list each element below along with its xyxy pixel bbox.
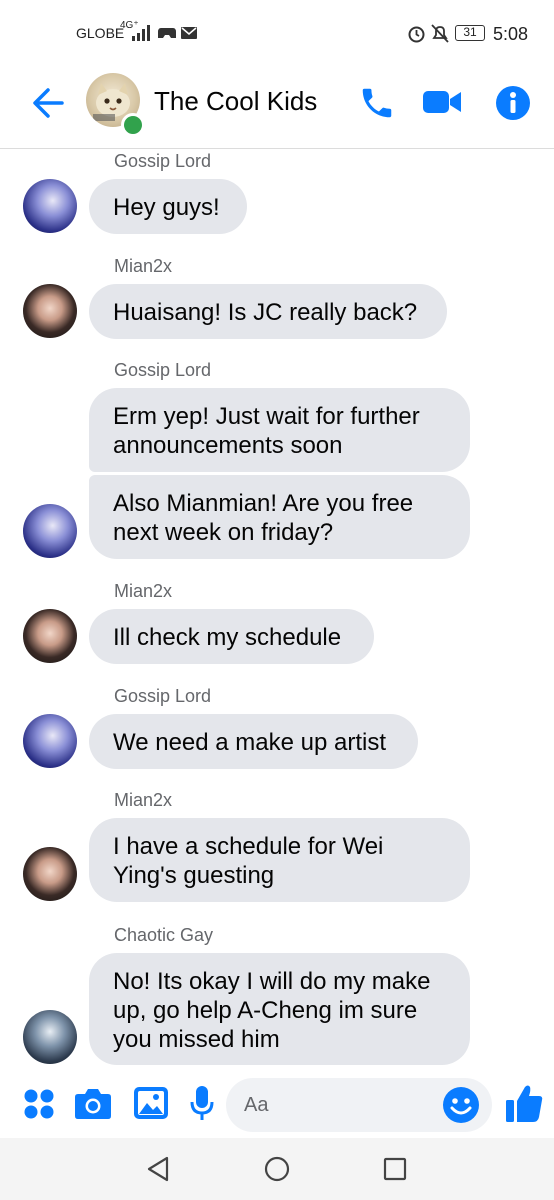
chat-title[interactable]: The Cool Kids xyxy=(154,86,317,117)
emoji-icon[interactable] xyxy=(442,1086,480,1124)
sender-name: Gossip Lord xyxy=(114,686,212,706)
message-input-placeholder: Aa xyxy=(244,1094,269,1116)
thumbs-up-icon[interactable] xyxy=(505,1083,543,1123)
message-composer: Aa xyxy=(0,1074,554,1138)
video-camera-icon[interactable] xyxy=(421,87,463,117)
battery-level: 31 xyxy=(463,25,477,39)
nav-home-icon[interactable] xyxy=(264,1156,290,1182)
gallery-icon[interactable] xyxy=(133,1086,169,1120)
avatar[interactable] xyxy=(23,609,77,663)
message-bubble[interactable]: No! Its okay I will do my make up, go he… xyxy=(89,953,470,1065)
avatar[interactable] xyxy=(23,504,77,558)
message-bubble[interactable]: Ill check my schedule xyxy=(89,609,374,664)
microphone-icon[interactable] xyxy=(189,1085,215,1123)
sender-name: Gossip Lord xyxy=(114,360,212,380)
sender-name: Mian2x xyxy=(114,581,173,601)
mail-icon xyxy=(181,27,197,39)
nav-recents-icon[interactable] xyxy=(383,1157,407,1181)
message-bubble[interactable]: I have a schedule for Wei Ying's guestin… xyxy=(89,818,470,902)
game-controller-icon xyxy=(158,28,176,38)
carrier-label: GLOBE xyxy=(76,25,125,41)
avatar[interactable] xyxy=(23,714,77,768)
battery-icon: 31 xyxy=(455,25,485,41)
sender-name: Chaotic Gay xyxy=(114,925,214,945)
mute-bell-icon xyxy=(431,24,449,43)
online-status-dot xyxy=(121,113,145,137)
chat-header: The Cool Kids xyxy=(0,66,554,149)
apps-icon[interactable] xyxy=(22,1087,56,1121)
message-bubble[interactable]: Hey guys! xyxy=(89,179,247,234)
phone-icon[interactable] xyxy=(358,84,396,122)
back-arrow-icon[interactable] xyxy=(30,85,66,121)
status-bar: GLOBE 4G⁺ 31 5:08 xyxy=(0,0,554,66)
sender-name: Mian2x xyxy=(114,256,173,276)
sender-name: Gossip Lord xyxy=(114,151,212,171)
avatar[interactable] xyxy=(23,179,77,233)
message-bubble[interactable]: Erm yep! Just wait for further announcem… xyxy=(89,388,470,472)
nav-back-icon[interactable] xyxy=(146,1156,170,1182)
avatar[interactable] xyxy=(23,1010,77,1064)
clock: 5:08 xyxy=(492,24,528,44)
alarm-icon xyxy=(408,26,425,43)
avatar[interactable] xyxy=(23,284,77,338)
sender-name: Mian2x xyxy=(114,790,173,810)
signal-icon xyxy=(132,25,150,41)
camera-icon[interactable] xyxy=(74,1086,112,1120)
info-icon[interactable] xyxy=(495,85,531,121)
message-bubble[interactable]: Also Mianmian! Are you free next week on… xyxy=(89,475,470,559)
message-bubble[interactable]: We need a make up artist xyxy=(89,714,418,769)
system-nav-bar xyxy=(0,1138,554,1200)
avatar[interactable] xyxy=(23,847,77,901)
message-bubble[interactable]: Huaisang! Is JC really back? xyxy=(89,284,447,339)
